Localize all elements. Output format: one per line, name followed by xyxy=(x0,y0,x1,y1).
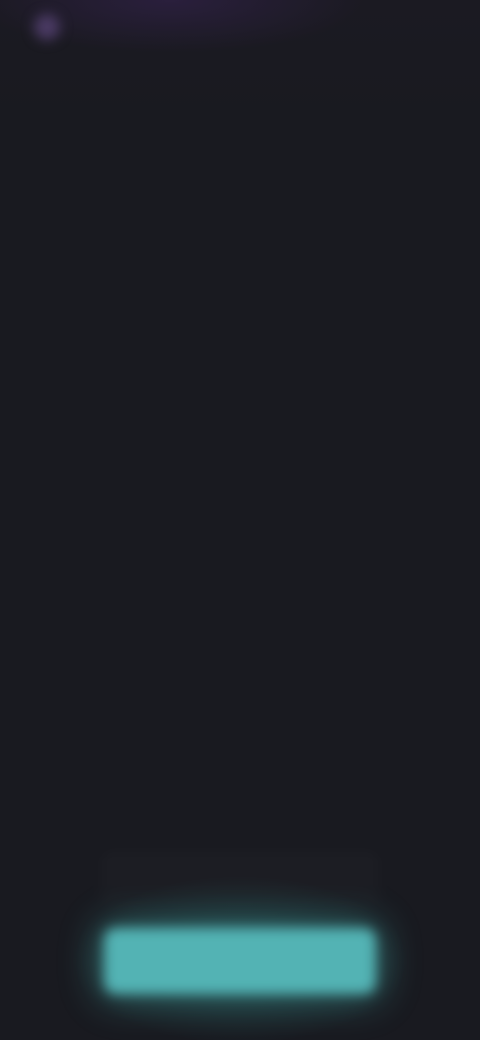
primary-button[interactable] xyxy=(104,928,376,994)
secondary-button[interactable] xyxy=(100,850,380,906)
blurred-content xyxy=(0,0,480,1040)
app-screen xyxy=(0,0,480,1040)
app-logo xyxy=(34,12,126,42)
app-logo-icon xyxy=(34,14,60,40)
